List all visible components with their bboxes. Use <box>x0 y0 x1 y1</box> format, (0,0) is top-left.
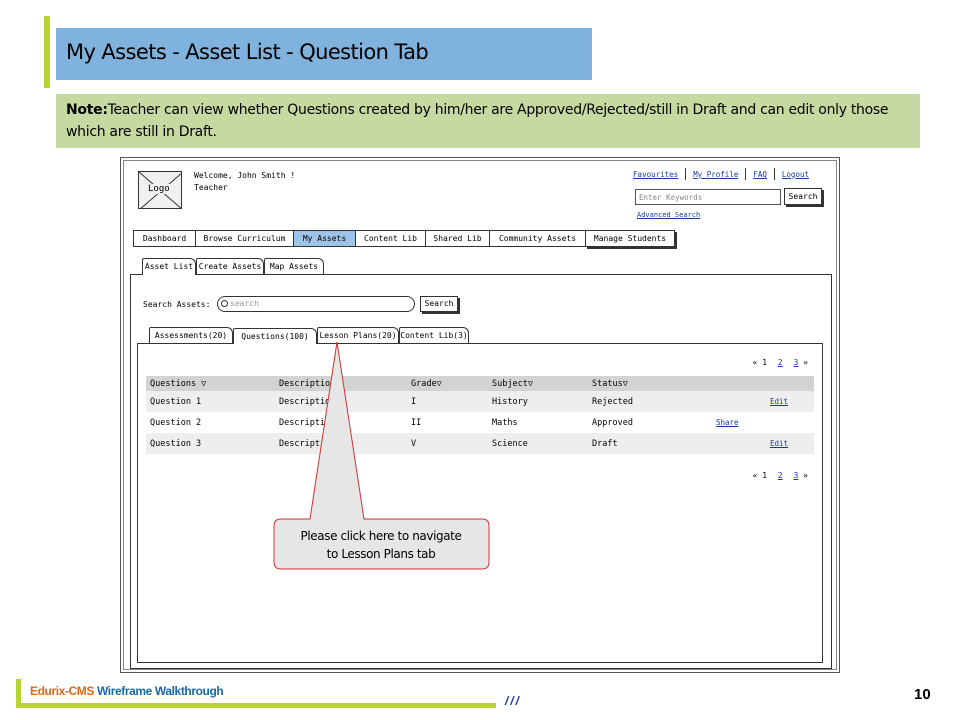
tab-questions[interactable]: Questions(100) <box>233 328 317 344</box>
callout-line-1: Please click here to navigate <box>300 529 462 543</box>
tab-asset-list[interactable]: Asset List <box>142 258 196 275</box>
callout-text: Please click here to navigate to Lesson … <box>276 527 486 563</box>
footer-brand: Edurix-CMS Wireframe Walkthrough <box>30 684 224 698</box>
callout-line-2: to Lesson Plans tab <box>326 547 436 561</box>
footer-underline <box>16 703 496 708</box>
footer-slashes: /// <box>505 694 522 708</box>
footer-brand-name: Edurix-CMS <box>30 684 95 698</box>
page-number: 10 <box>914 686 931 703</box>
callout-shape <box>273 341 490 570</box>
footer-brand-subtitle: Wireframe Walkthrough <box>96 684 224 698</box>
